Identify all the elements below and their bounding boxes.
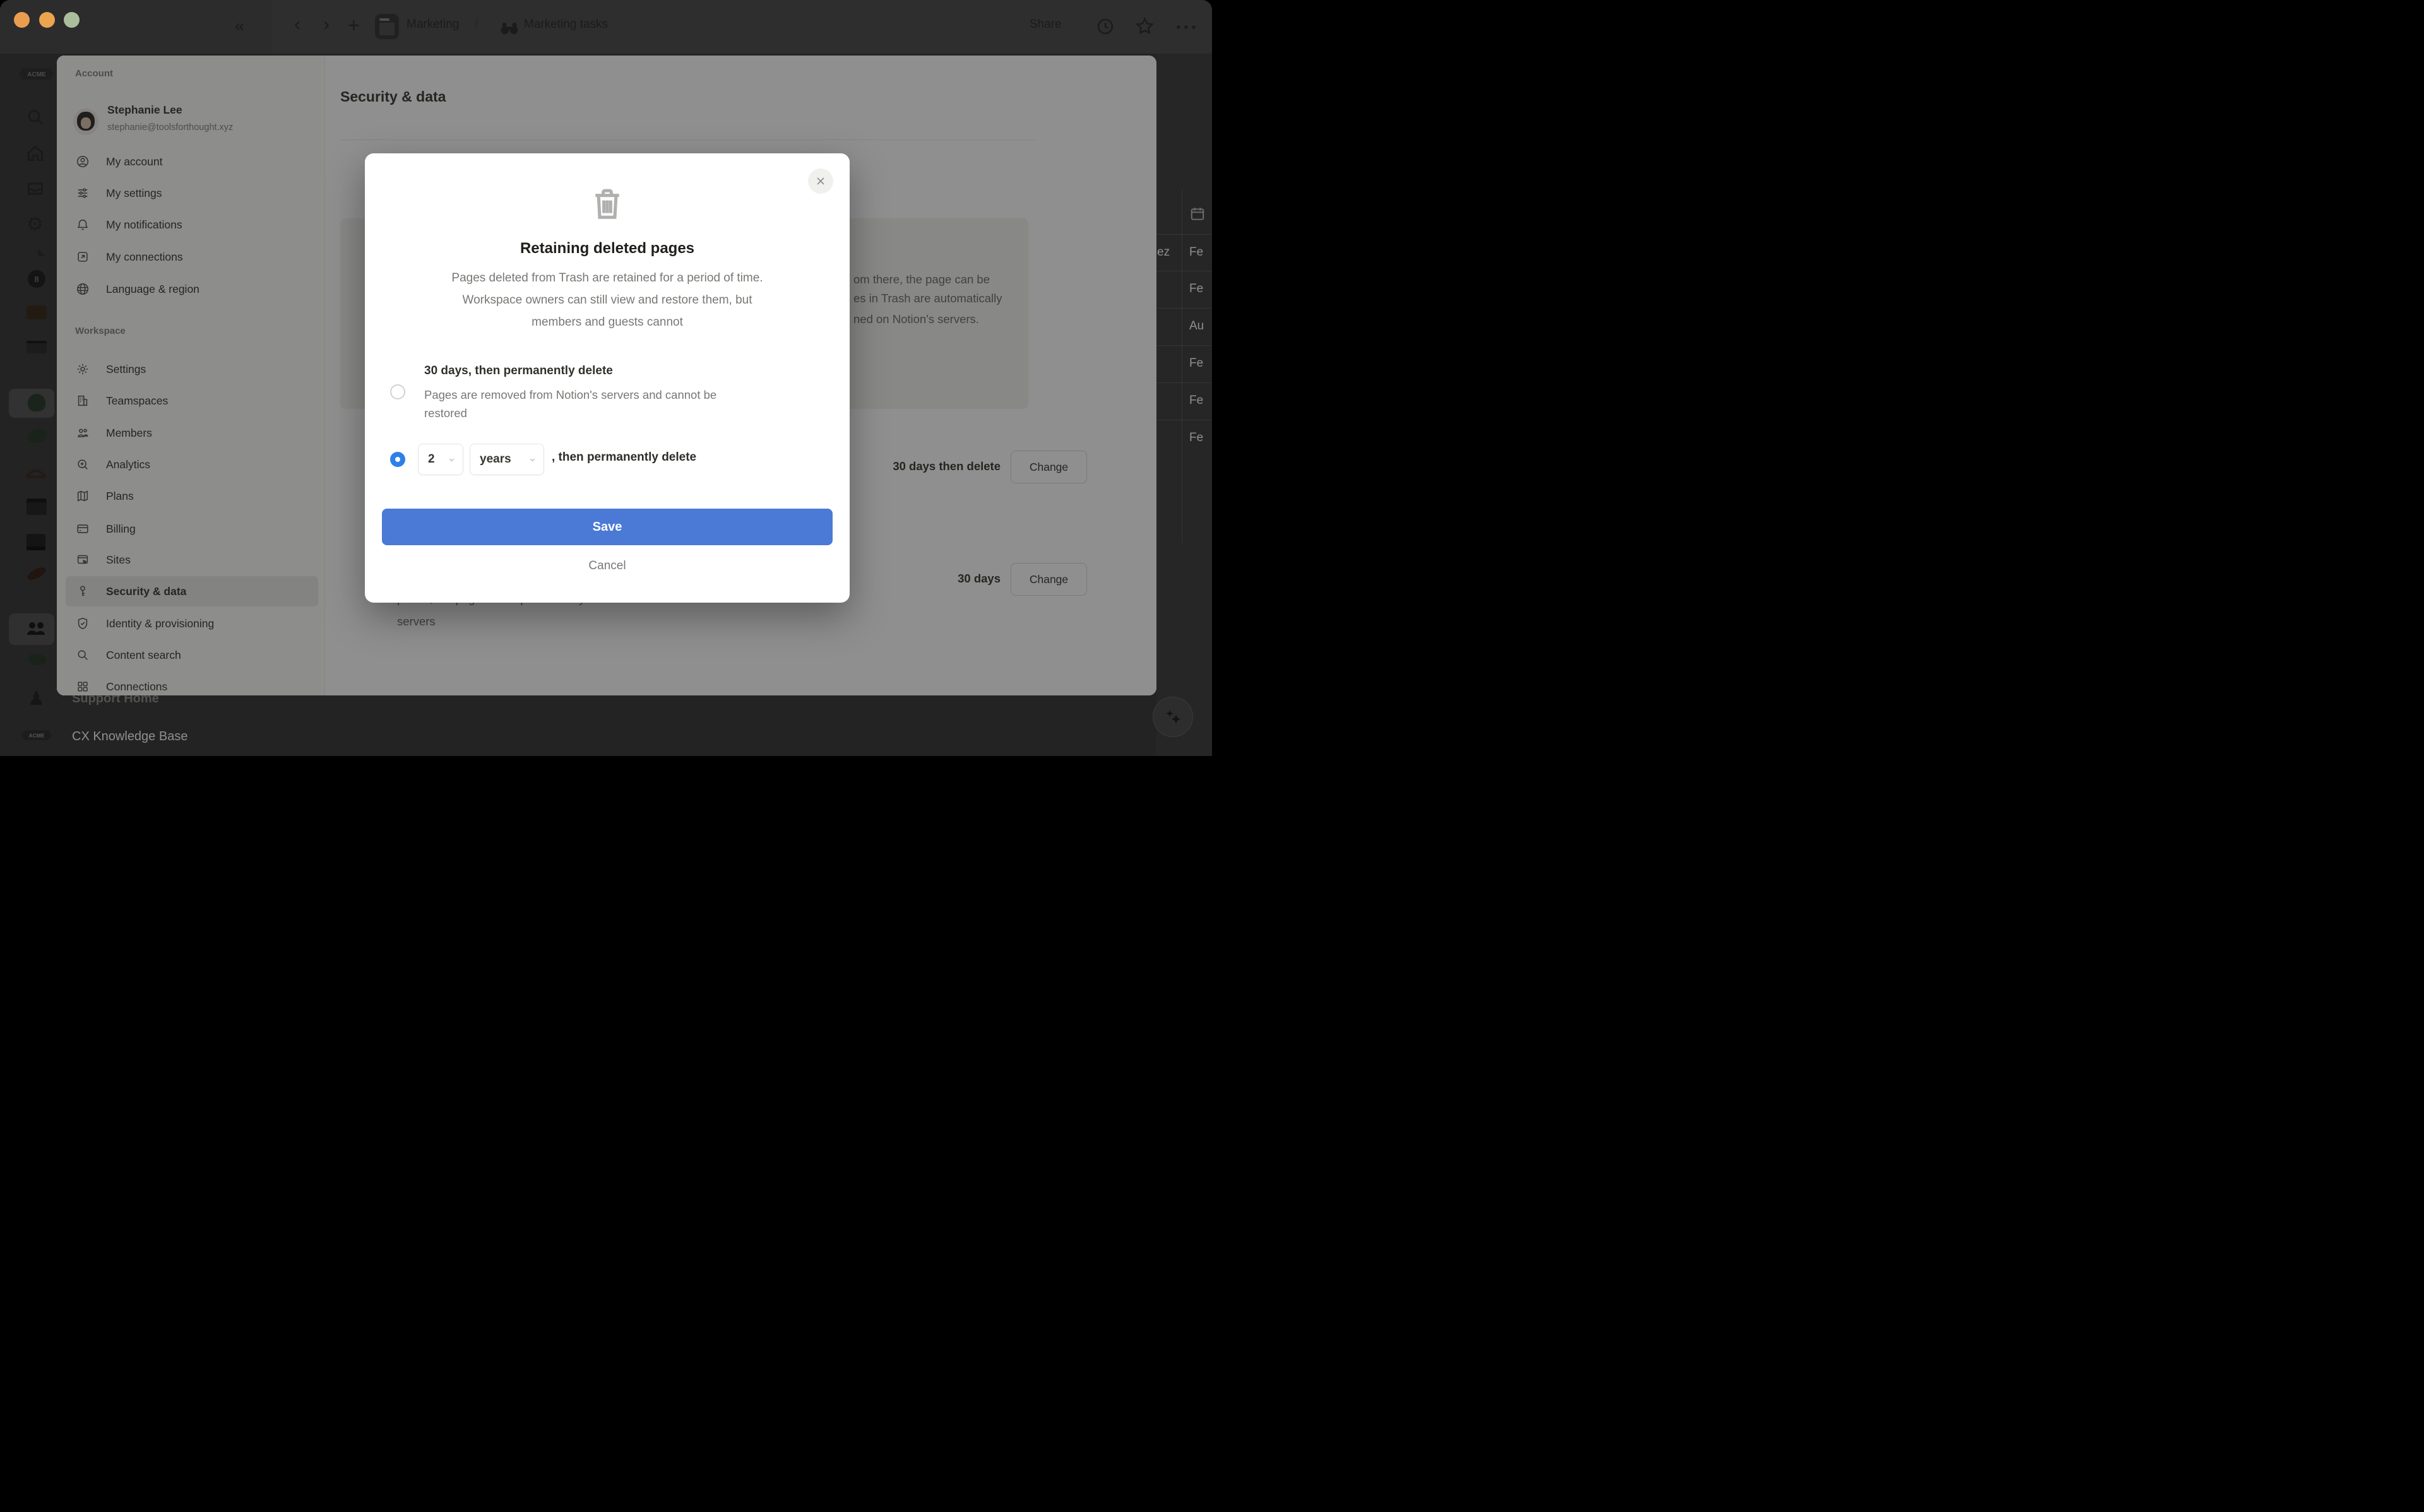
close-icon [817,177,824,185]
option-30-days-label[interactable]: 30 days, then permanently delete [424,364,613,378]
trash-icon [595,189,619,219]
zoom-window-button[interactable] [64,12,80,28]
eight-ball-emoji-icon[interactable]: 8 [28,270,45,288]
updates-clock-icon[interactable] [1095,16,1115,37]
table-cell-date: Fe [1189,357,1204,370]
svg-text:ACME: ACME [27,71,46,78]
sparkle-icon [1166,710,1180,724]
wallet-emoji-icon[interactable] [27,305,47,319]
minimize-window-button[interactable] [39,12,55,28]
shelf-emoji-icon[interactable] [27,341,47,353]
home-icon[interactable] [25,143,45,163]
back-icon[interactable]: ‹ [294,15,300,34]
leaf-emoji-icon[interactable] [26,651,49,668]
breadcrumb-page-icon[interactable] [375,14,399,39]
sidebar-item-cx-knowledge-base[interactable]: CX Knowledge Base [72,729,187,744]
herb-emoji-icon[interactable] [28,429,47,443]
drawer-emoji-icon[interactable] [27,499,47,515]
plant-emoji-icon[interactable] [28,394,45,411]
more-options-icon[interactable] [1175,23,1198,31]
table-cell-date: Fe [1189,431,1204,444]
forward-icon[interactable]: › [323,15,330,34]
search-icon[interactable] [25,107,45,127]
radio-30-days[interactable] [390,384,405,399]
notion-window: « ‹ › + Marketing / Marketing tasks Shar… [0,0,1212,756]
settings-gear-icon[interactable]: ⚙ [27,213,44,235]
table-cell-date: Fe [1189,245,1204,259]
register-emoji-icon[interactable] [27,534,45,550]
new-page-icon[interactable]: + [348,15,360,35]
description-line: Pages deleted from Trash are retained fo… [451,271,763,285]
members-teamspace-icon[interactable] [25,620,47,637]
duration-unit-select[interactable]: years [470,444,544,475]
table-cell-name-fragment: ez [1157,245,1170,259]
pawn-emoji-icon[interactable]: ♟ [28,688,45,710]
duration-value-select[interactable]: 2 [418,444,463,475]
custom-option-suffix: , then permanently delete [552,451,697,464]
binoculars-icon [501,22,518,35]
save-button[interactable]: Save [382,509,833,545]
title-bar: « ‹ › + Marketing / Marketing tasks Shar… [0,0,1212,54]
chevron-down-icon [530,458,535,461]
chevron-down-icon [449,458,454,461]
table-cell-date: Au [1189,319,1204,333]
breadcrumb-parent[interactable]: Marketing [407,18,459,32]
favorite-star-icon[interactable] [1134,16,1155,37]
retention-dialog: Retaining deleted pages Pages deleted fr… [365,153,850,603]
workspace-expand-arrow-icon[interactable] [38,249,45,256]
bridge-emoji-icon[interactable] [25,463,47,480]
calendar-icon [1191,208,1204,220]
share-button[interactable]: Share [1030,18,1062,32]
dialog-title: Retaining deleted pages [520,240,695,257]
workspace-logo-acme[interactable]: ACME [19,64,54,83]
close-window-button[interactable] [14,12,30,28]
description-line: members and guests cannot [532,316,683,329]
inbox-icon[interactable] [25,179,45,199]
acme-badge-icon[interactable]: ACME [21,727,52,743]
dialog-description: Pages deleted from Trash are retained fo… [365,267,850,333]
notion-ai-button[interactable] [1153,697,1193,737]
cancel-button[interactable]: Cancel [365,559,850,573]
table-cell-date: Fe [1189,394,1204,407]
breadcrumb-current[interactable]: Marketing tasks [524,18,608,32]
description-line: Workspace owners can still view and rest… [462,293,752,307]
svg-text:ACME: ACME [28,732,44,738]
option-30-days-description: Pages are removed from Notion's servers … [424,388,717,420]
radio-custom-duration[interactable] [390,452,405,467]
collapse-sidebar-icon[interactable]: « [235,16,244,35]
breadcrumb-divider: / [475,18,478,31]
close-dialog-button[interactable] [808,168,833,194]
violin-emoji-icon[interactable] [25,565,48,582]
table-cell-date: Fe [1189,282,1204,295]
